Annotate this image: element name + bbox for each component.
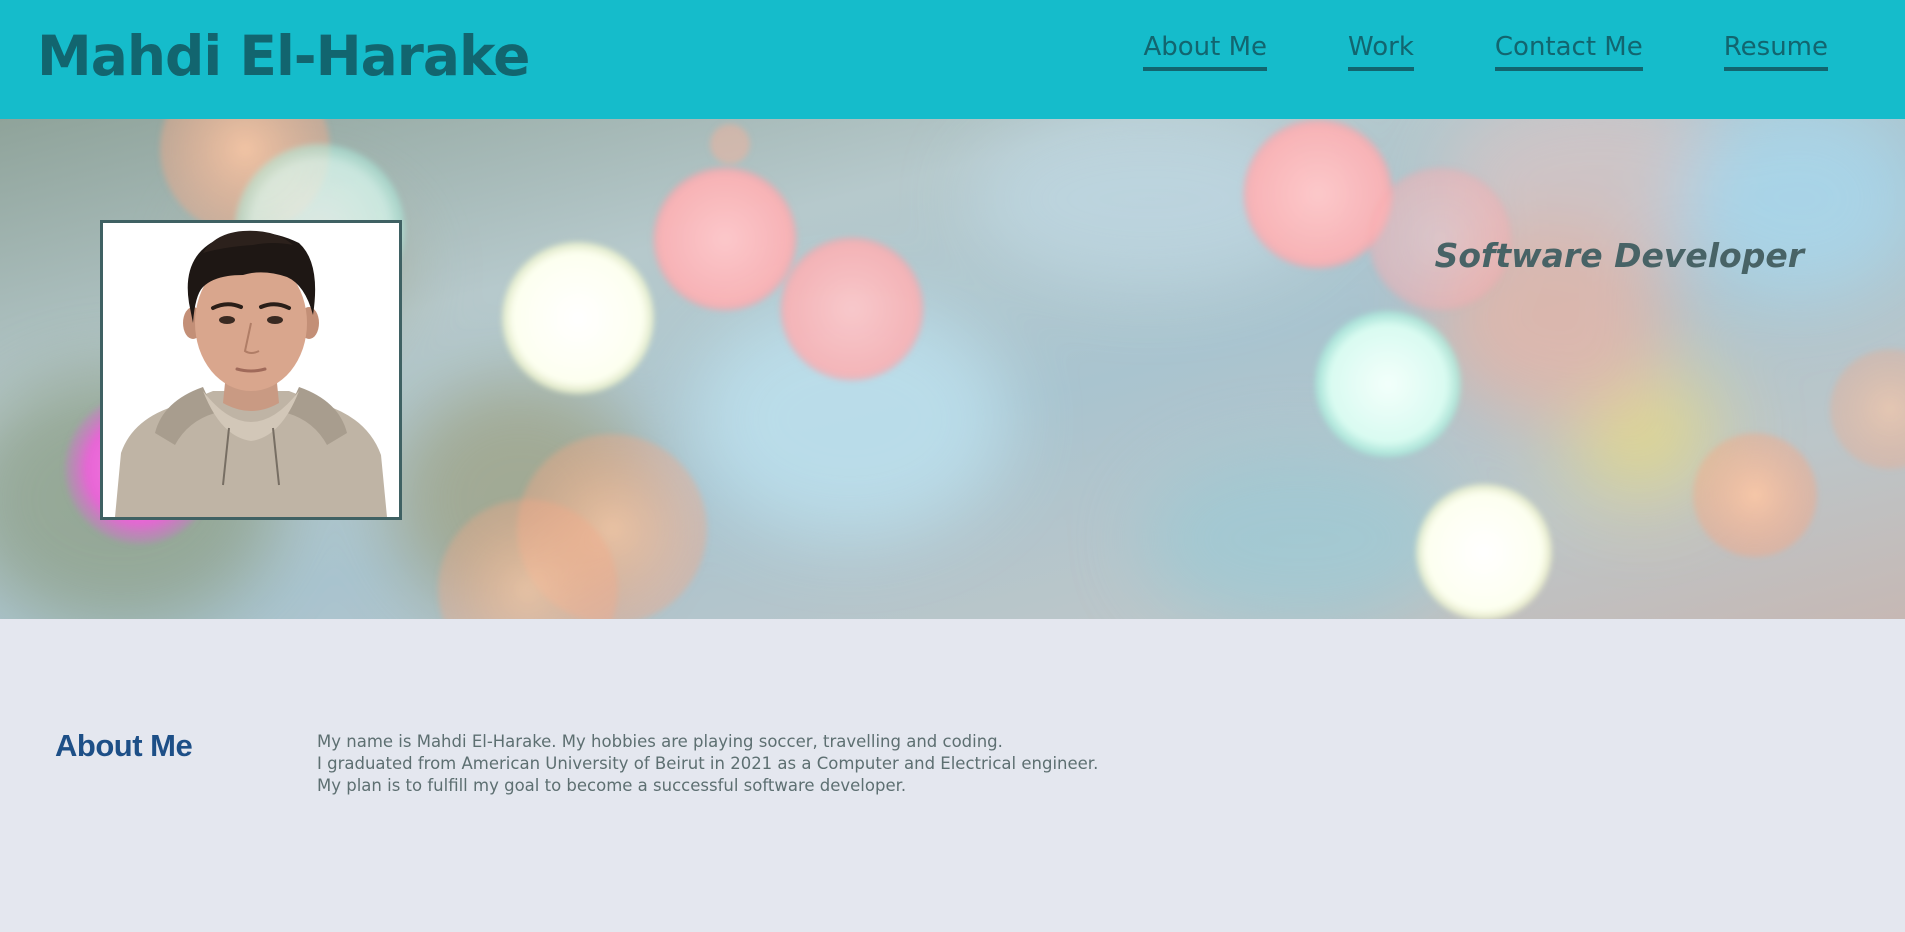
site-title: Mahdi El-Harake — [37, 24, 530, 88]
about-line: My plan is to fulfill my goal to become … — [317, 776, 907, 795]
hero-banner: Software Developer — [0, 119, 1905, 619]
about-heading: About Me — [55, 728, 193, 763]
hero-tagline: Software Developer — [1434, 236, 1804, 275]
about-line: I graduated from American University of … — [317, 754, 1099, 773]
profile-photo — [100, 220, 402, 520]
site-header: Mahdi El-Harake About Me Work Contact Me… — [0, 0, 1905, 119]
nav-link-contact-me[interactable]: Contact Me — [1494, 30, 1643, 71]
about-section: About Me My name is Mahdi El-Harake. My … — [0, 619, 1905, 932]
about-text: My name is Mahdi El-Harake. My hobbies a… — [317, 731, 1098, 797]
profile-photo-portrait — [103, 223, 399, 517]
nav-link-about-me[interactable]: About Me — [1143, 30, 1268, 71]
nav-link-resume[interactable]: Resume — [1723, 30, 1828, 71]
about-line: My name is Mahdi El-Harake. My hobbies a… — [317, 732, 1003, 751]
nav-link-work[interactable]: Work — [1348, 30, 1414, 71]
main-nav: About Me Work Contact Me Resume — [1143, 30, 1828, 71]
